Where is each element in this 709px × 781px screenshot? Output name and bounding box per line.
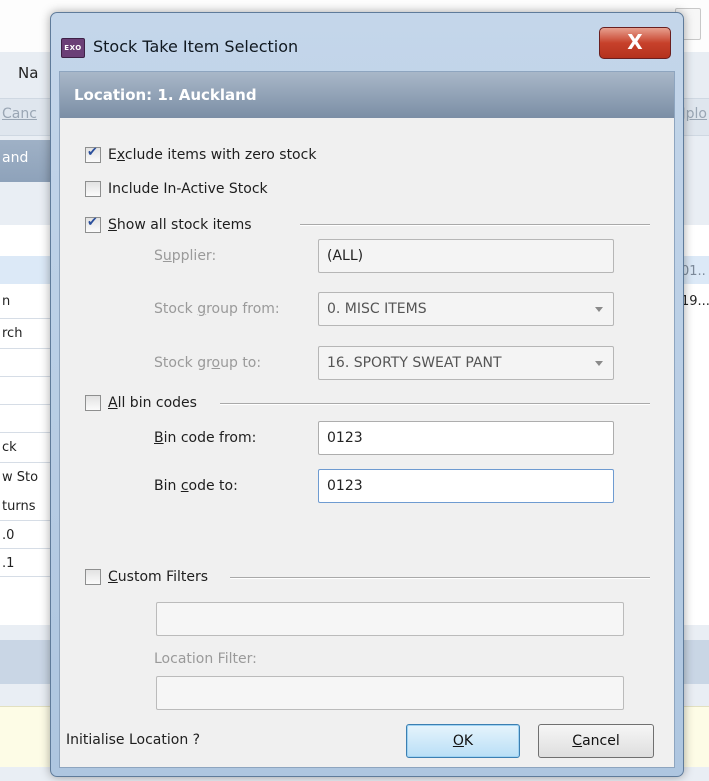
background-row-divider [0,548,50,549]
bin-code-from-input[interactable]: 0123 [318,421,614,455]
background-row-text[interactable]: turns [2,499,50,514]
background-row-text-right[interactable]: 19... [681,294,709,309]
background-row-divider [0,520,50,521]
all-bin-codes-label: All bin codes [108,395,197,411]
background-row-text[interactable]: .1 [2,556,14,571]
bin-code-to-label: Bin code to: [154,478,238,494]
background-row-divider [0,376,50,377]
stock-group-from-value: 0. MISC ITEMS [327,301,427,317]
custom-filters-checkbox[interactable]: Custom Filters [85,566,208,588]
section-divider [300,224,650,226]
background-row-text[interactable]: ck [2,440,17,455]
background-row-divider [0,576,50,577]
location-filter-input[interactable] [156,676,624,710]
exo-app-icon: EXO [61,38,85,58]
include-inactive-stock-label: Include In-Active Stock [108,181,268,197]
stock-group-to-label: Stock group to: [154,355,262,371]
dialog-titlebar[interactable]: EXO Stock Take Item Selection X [51,13,683,71]
background-header-text: and [2,150,29,166]
stock-group-to-value: 16. SPORTY SWEAT PANT [327,355,502,371]
supplier-label: Supplier: [154,248,217,264]
background-row-text[interactable]: .0 [2,528,14,543]
background-row-divider [0,462,50,463]
section-divider [230,577,650,579]
background-row-text[interactable]: rch [2,326,22,341]
background-row-text[interactable]: n [2,294,10,309]
initialise-location-text: Initialise Location ? [66,732,201,748]
background-row-divider [0,432,50,433]
stock-take-dialog: EXO Stock Take Item Selection X Location… [50,12,684,777]
cancel-button[interactable]: Cancel [538,724,654,758]
background-selected-row-left[interactable] [0,256,50,284]
chevron-down-icon[interactable] [595,307,603,312]
checkbox-box[interactable] [85,181,101,197]
background-row-divider [0,348,50,349]
stock-group-to-select[interactable]: 16. SPORTY SWEAT PANT [318,346,614,380]
ok-button[interactable]: OK [406,724,520,758]
background-row-text-right[interactable]: 01.. [681,264,706,279]
background-menu-item[interactable]: Na [18,64,38,82]
checkbox-box[interactable] [85,145,101,163]
exclude-zero-stock-label: Exclude items with zero stock [108,147,317,163]
background-toolbar-upload[interactable]: Jplo [682,106,707,122]
checkbox-box[interactable] [85,395,101,411]
stock-group-from-label: Stock group from: [154,301,280,317]
custom-filters-input[interactable] [156,602,624,636]
dialog-client-area: Location: 1. Auckland Exclude items with… [59,71,675,768]
show-all-stock-checkbox[interactable]: Show all stock items [85,214,252,236]
custom-filters-label: Custom Filters [108,569,209,585]
bin-code-to-input[interactable]: 0123 [318,469,614,503]
exclude-zero-stock-checkbox[interactable]: Exclude items with zero stock [85,144,316,166]
include-inactive-stock-checkbox[interactable]: Include In-Active Stock [85,178,268,200]
all-bin-codes-checkbox[interactable]: All bin codes [85,392,197,414]
background-row-divider [0,404,50,405]
location-filter-label: Location Filter: [154,651,257,667]
background-toolbar-cancel[interactable]: Canc [2,106,37,122]
supplier-field[interactable]: (ALL) [318,239,614,273]
chevron-down-icon[interactable] [595,361,603,366]
show-all-stock-label: Show all stock items [108,217,252,233]
location-label: Location: 1. Auckland [74,86,257,104]
dialog-title: Stock Take Item Selection [93,37,299,56]
location-banner: Location: 1. Auckland [60,72,674,118]
background-row-divider [0,318,50,319]
stock-group-from-select[interactable]: 0. MISC ITEMS [318,292,614,326]
bin-code-from-label: Bin code from: [154,430,257,446]
section-divider [220,403,650,405]
checkbox-box[interactable] [85,569,101,585]
close-button[interactable]: X [599,27,671,59]
background-row-text[interactable]: w Sto [2,470,50,485]
checkbox-box[interactable] [85,215,101,233]
